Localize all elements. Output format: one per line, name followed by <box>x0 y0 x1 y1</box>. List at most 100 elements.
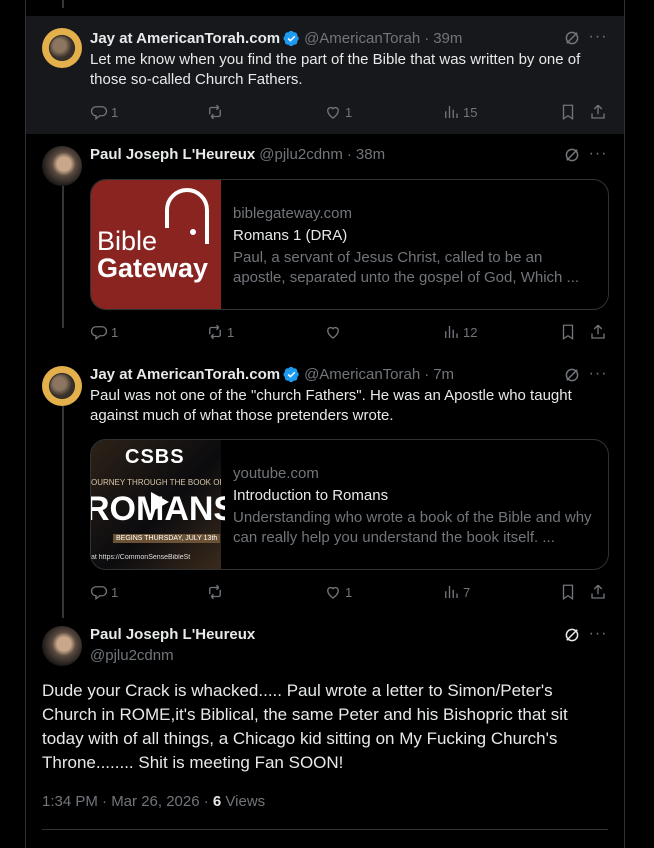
tweet-text: Let me know when you find the part of th… <box>90 51 581 88</box>
views-count: 15 <box>463 104 478 120</box>
like-icon <box>327 586 339 599</box>
card-meta: youtube.com Introduction to Romans Under… <box>233 464 593 548</box>
main-display-name-row: Paul Joseph L'Heureux <box>90 624 255 644</box>
views-button[interactable]: 15 <box>442 102 477 122</box>
reply-tweet-2[interactable]: Paul Joseph L'Heureux @pjlu2cdnm · 38m ·… <box>26 134 624 354</box>
timestamp-row: 1:34 PM · Mar 26, 2026 · 6 Views <box>42 793 265 810</box>
reply-button[interactable]: 1 <box>90 582 118 602</box>
reply-tweet-3[interactable]: Jay at AmericanTorah.com @AmericanTorah … <box>26 354 624 614</box>
bookmark-icon <box>562 584 574 601</box>
avatar[interactable] <box>42 366 82 406</box>
reply-button[interactable]: 1 <box>90 322 118 342</box>
share-button[interactable] <box>589 582 607 602</box>
bookmark-icon <box>562 104 574 121</box>
separator: · <box>424 29 430 47</box>
display-name[interactable]: Jay at AmericanTorah.com <box>90 366 280 383</box>
bookmark-button[interactable] <box>559 322 577 342</box>
reply-button[interactable]: 1 <box>90 102 118 122</box>
play-icon[interactable] <box>143 487 173 517</box>
time[interactable]: 7m <box>433 366 454 383</box>
reply-icon <box>90 586 108 601</box>
handle[interactable]: @AmericanTorah <box>304 366 420 383</box>
handle[interactable]: @AmericanTorah <box>304 30 420 47</box>
display-name[interactable]: Jay at AmericanTorah.com <box>90 30 280 47</box>
verified-badge-icon <box>283 366 300 383</box>
grok-icon[interactable] <box>563 29 581 47</box>
card-title: Romans 1 (DRA) <box>233 227 348 244</box>
retweet-button[interactable] <box>206 582 227 602</box>
reply-icon <box>90 106 108 121</box>
thumb-text-top: CSBS <box>125 446 185 468</box>
link-card[interactable]: CSBS OURNEY THROUGH THE BOOK OF ROMANS B… <box>90 439 609 570</box>
bookmark-button[interactable] <box>559 582 577 602</box>
views-icon <box>445 106 458 118</box>
card-description: Paul, a servant of Jesus Christ, called … <box>233 249 580 286</box>
bookmark-button[interactable] <box>559 102 577 122</box>
handle[interactable]: @pjlu2cdnm <box>90 647 174 664</box>
display-name[interactable]: Paul Joseph L'Heureux <box>90 626 255 643</box>
retweet-button[interactable]: 1 <box>206 322 234 342</box>
views-button[interactable]: 12 <box>442 322 477 342</box>
card-domain: youtube.com <box>233 465 319 482</box>
thumb-text-mid: OURNEY THROUGH THE BOOK OF <box>91 478 221 487</box>
tweet-text: Paul was not one of the "church Fathers"… <box>90 387 572 424</box>
time[interactable]: 38m <box>356 146 385 163</box>
retweet-button[interactable] <box>206 102 227 122</box>
thumb-text-line: BEGINS THURSDAY, JULY 13th <box>113 534 221 543</box>
more-icon[interactable]: ··· <box>588 145 608 163</box>
separator: · <box>346 145 352 163</box>
like-icon <box>327 326 339 339</box>
action-bar: 1 1 15 <box>90 102 610 122</box>
share-icon <box>591 104 605 119</box>
share-button[interactable] <box>589 102 607 122</box>
display-name[interactable]: Paul Joseph L'Heureux <box>90 146 255 163</box>
card-domain: biblegateway.com <box>233 205 352 222</box>
reply-icon <box>90 326 108 341</box>
views-icon <box>445 586 458 598</box>
more-icon[interactable]: ··· <box>588 365 608 383</box>
share-icon <box>591 584 605 599</box>
tweet-header: Jay at AmericanTorah.com @AmericanTorah … <box>90 28 462 48</box>
card-thumbnail: CSBS OURNEY THROUGH THE BOOK OF ROMANS B… <box>91 440 225 569</box>
card-description: Understanding who wrote a book of the Bi… <box>233 509 592 546</box>
like-button[interactable]: 1 <box>324 102 352 122</box>
thread-line <box>62 0 64 8</box>
avatar[interactable] <box>42 28 82 68</box>
avatar[interactable] <box>42 626 82 666</box>
grok-icon[interactable] <box>563 626 581 644</box>
reply-tweet-1[interactable]: Jay at AmericanTorah.com @AmericanTorah … <box>26 16 624 134</box>
handle[interactable]: @pjlu2cdnm <box>259 146 343 163</box>
card-meta: biblegateway.com Romans 1 (DRA) Paul, a … <box>233 204 593 288</box>
grok-icon[interactable] <box>563 366 581 384</box>
reply-count: 1 <box>111 324 119 340</box>
link-card[interactable]: Bible Gateway biblegateway.com Romans 1 … <box>90 179 609 310</box>
retweet-icon <box>209 104 221 120</box>
logo-line-2: Gateway <box>97 253 209 283</box>
views-icon <box>445 326 458 338</box>
main-tweet-text: Dude your Crack is whacked..... Paul wro… <box>42 681 568 772</box>
views-count: 6 <box>212 793 222 810</box>
card-title: Introduction to Romans <box>233 487 389 504</box>
main-handle-row: @pjlu2cdnm <box>90 645 174 665</box>
share-button[interactable] <box>589 322 607 342</box>
main-tweet: Paul Joseph L'Heureux @pjlu2cdnm ··· Dud… <box>26 614 624 848</box>
separator: · <box>424 365 430 383</box>
time[interactable]: 39m <box>433 30 462 47</box>
thumb-text-bottom: at https://CommonSenseBibleSt <box>91 554 191 561</box>
tweet-header: Jay at AmericanTorah.com @AmericanTorah … <box>90 364 454 384</box>
more-icon[interactable]: ··· <box>588 28 608 46</box>
grok-icon[interactable] <box>563 146 581 164</box>
views-count: 12 <box>463 324 478 340</box>
avatar[interactable] <box>42 146 82 186</box>
like-icon <box>327 106 339 119</box>
views-button[interactable]: 7 <box>442 582 470 602</box>
reply-count: 1 <box>111 104 119 120</box>
action-bar: 1 1 7 <box>90 582 610 602</box>
timestamp[interactable]: 1:34 PM · Mar 26, 2026 · <box>42 793 213 810</box>
views-label: Views <box>221 793 266 810</box>
retweet-icon <box>209 584 221 600</box>
like-button[interactable] <box>324 322 345 342</box>
share-icon <box>591 324 605 339</box>
more-icon[interactable]: ··· <box>588 625 608 643</box>
like-button[interactable]: 1 <box>324 582 352 602</box>
